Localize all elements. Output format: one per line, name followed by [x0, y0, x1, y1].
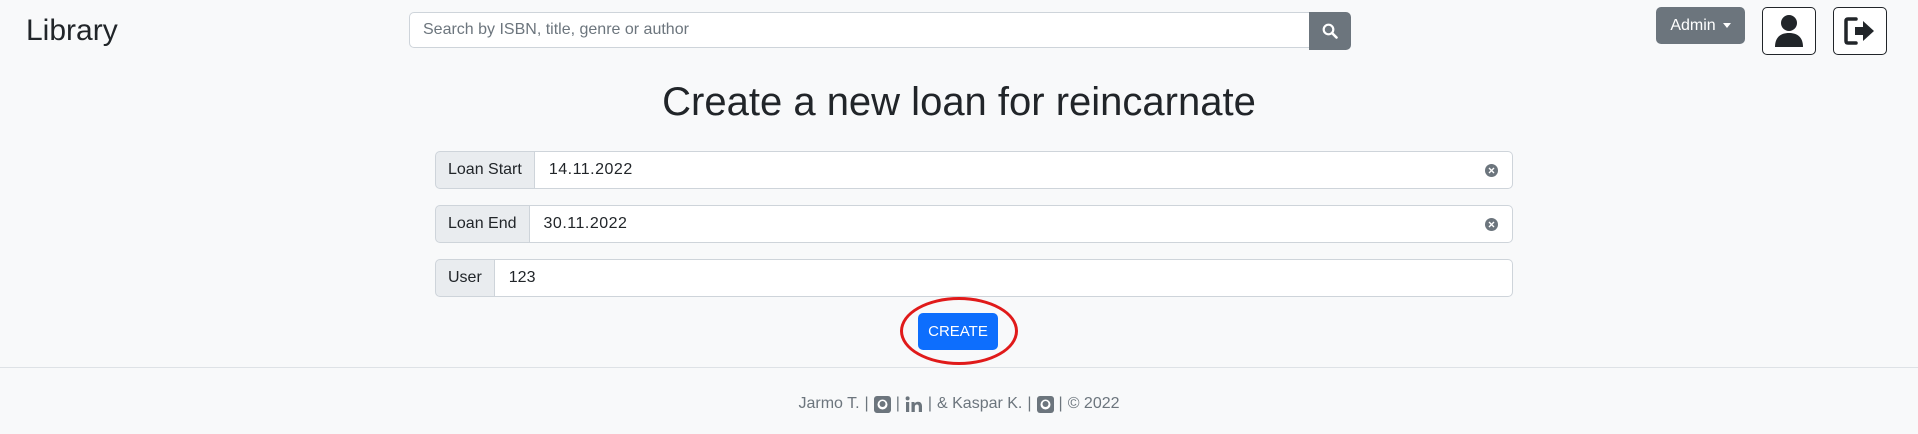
- loan-start-input[interactable]: 14.11.2022: [534, 151, 1513, 189]
- search-bar: [409, 12, 1351, 50]
- profile-button[interactable]: [1762, 7, 1816, 55]
- clear-icon[interactable]: [1485, 164, 1498, 177]
- footer-separator: |: [1058, 395, 1063, 412]
- loan-start-group: Loan Start 14.11.2022: [435, 151, 1513, 189]
- user-input[interactable]: 123: [494, 259, 1513, 297]
- loan-end-group: Loan End 30.11.2022: [435, 205, 1513, 243]
- footer-separator: |: [1027, 395, 1032, 412]
- github-icon[interactable]: [1036, 395, 1054, 413]
- github-icon[interactable]: [873, 395, 891, 413]
- clear-icon[interactable]: [1485, 218, 1498, 231]
- search-button[interactable]: [1309, 12, 1351, 50]
- footer-divider: [0, 367, 1918, 368]
- loan-end-input[interactable]: 30.11.2022: [529, 205, 1513, 243]
- user-label: User: [435, 259, 495, 297]
- footer-author2: & Kaspar K.: [937, 395, 1023, 412]
- create-button[interactable]: CREATE: [918, 313, 998, 350]
- admin-label: Admin: [1670, 16, 1716, 34]
- user-icon: [1775, 15, 1803, 47]
- loan-start-label: Loan Start: [435, 151, 535, 189]
- page-title: Create a new loan for reincarnate: [662, 80, 1256, 124]
- caret-down-icon: [1722, 23, 1731, 28]
- footer-author1: Jarmo T.: [798, 395, 860, 412]
- admin-dropdown[interactable]: Admin: [1656, 7, 1745, 44]
- footer-separator: |: [895, 395, 900, 412]
- user-value: 123: [508, 269, 536, 286]
- linkedin-icon[interactable]: [905, 395, 923, 413]
- logout-icon: [1844, 17, 1874, 45]
- search-input[interactable]: [409, 12, 1309, 48]
- user-group: User 123: [435, 259, 1513, 297]
- footer-separator: |: [927, 395, 932, 412]
- loan-end-label: Loan End: [435, 205, 530, 243]
- footer-separator: |: [864, 395, 869, 412]
- logout-button[interactable]: [1833, 7, 1887, 55]
- footer: Jarmo T. | | | & Kaspar K. | | © 2022: [0, 395, 1918, 413]
- search-icon: [1322, 23, 1338, 39]
- footer-copyright: © 2022: [1067, 395, 1120, 412]
- loan-end-value: 30.11.2022: [543, 215, 628, 232]
- brand-title[interactable]: Library: [26, 14, 118, 48]
- loan-start-value: 14.11.2022: [548, 161, 633, 178]
